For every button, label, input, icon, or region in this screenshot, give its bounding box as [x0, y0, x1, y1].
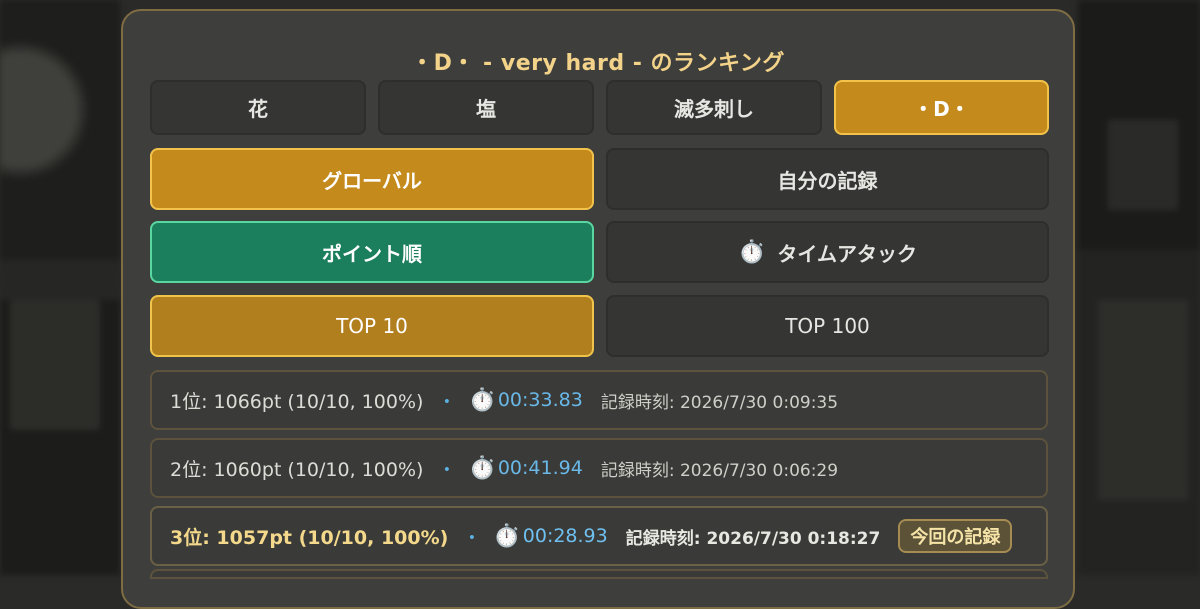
tab-label: グローバル: [322, 168, 422, 193]
ranking-row-partial: [150, 569, 1048, 579]
rank-score: 1位: 1066pt (10/10, 100%): [170, 390, 424, 413]
stopwatch-icon: ⏱️: [737, 239, 766, 265]
clear-time: 00:41.94: [497, 457, 583, 479]
recorded-at: 記録時刻: 2026/7/30 0:09:35: [600, 392, 839, 413]
separator-dot: ・: [437, 390, 457, 413]
stage-tab-d[interactable]: ・D・: [834, 80, 1049, 135]
tab-label: 自分の記録: [777, 168, 878, 193]
stage-tab-hana[interactable]: 花: [150, 80, 366, 135]
tab-global[interactable]: グローバル: [150, 148, 594, 210]
tab-point-order[interactable]: ポイント順: [150, 221, 594, 283]
stopwatch-icon: ⏱️: [468, 387, 496, 413]
stage-tab-label: 花: [248, 97, 268, 121]
tab-label: ポイント順: [322, 241, 422, 266]
tab-label: TOP 100: [785, 314, 870, 338]
rank-score: 2位: 1060pt (10/10, 100%): [170, 458, 424, 481]
ranking-title: ・D・ - very hard - のランキング: [411, 51, 785, 76]
stage-tab-label: 滅多刺し: [674, 97, 754, 121]
stage-tab-mettazashi[interactable]: 滅多刺し: [606, 80, 822, 135]
blurred-background-right: [1078, 0, 1200, 575]
ranking-row-current: 3位: 1057pt (10/10, 100%) ・ ⏱️ 00:28.93 記…: [150, 506, 1048, 566]
rank-score: 3位: 1057pt (10/10, 100%): [170, 526, 449, 549]
stopwatch-icon: ⏱️: [493, 523, 521, 549]
current-record-badge: 今回の記録: [898, 519, 1013, 553]
stage-tab-label: ・D・: [913, 97, 970, 121]
ranking-row: 1位: 1066pt (10/10, 100%) ・ ⏱️ 00:33.83 記…: [150, 370, 1048, 430]
separator-dot: ・: [462, 526, 482, 549]
clear-time: 00:33.83: [497, 389, 583, 411]
tab-label: タイムアタック: [777, 241, 917, 266]
clear-time: 00:28.93: [522, 525, 608, 547]
stopwatch-icon: ⏱️: [468, 455, 496, 481]
stage-tab-shio[interactable]: 塩: [378, 80, 594, 135]
tab-time-attack[interactable]: ⏱️ タイムアタック: [606, 221, 1049, 283]
stage-tab-label: 塩: [476, 97, 496, 121]
ranking-row: 2位: 1060pt (10/10, 100%) ・ ⏱️ 00:41.94 記…: [150, 438, 1048, 498]
blurred-background-left: [0, 0, 120, 575]
recorded-at: 記録時刻: 2026/7/30 0:18:27: [625, 528, 881, 549]
recorded-at: 記録時刻: 2026/7/30 0:06:29: [600, 460, 839, 481]
tab-top-100[interactable]: TOP 100: [606, 295, 1049, 357]
tab-top-10[interactable]: TOP 10: [150, 295, 594, 357]
tab-label: TOP 10: [336, 314, 408, 338]
tab-my-records[interactable]: 自分の記録: [606, 148, 1049, 210]
separator-dot: ・: [437, 458, 457, 481]
